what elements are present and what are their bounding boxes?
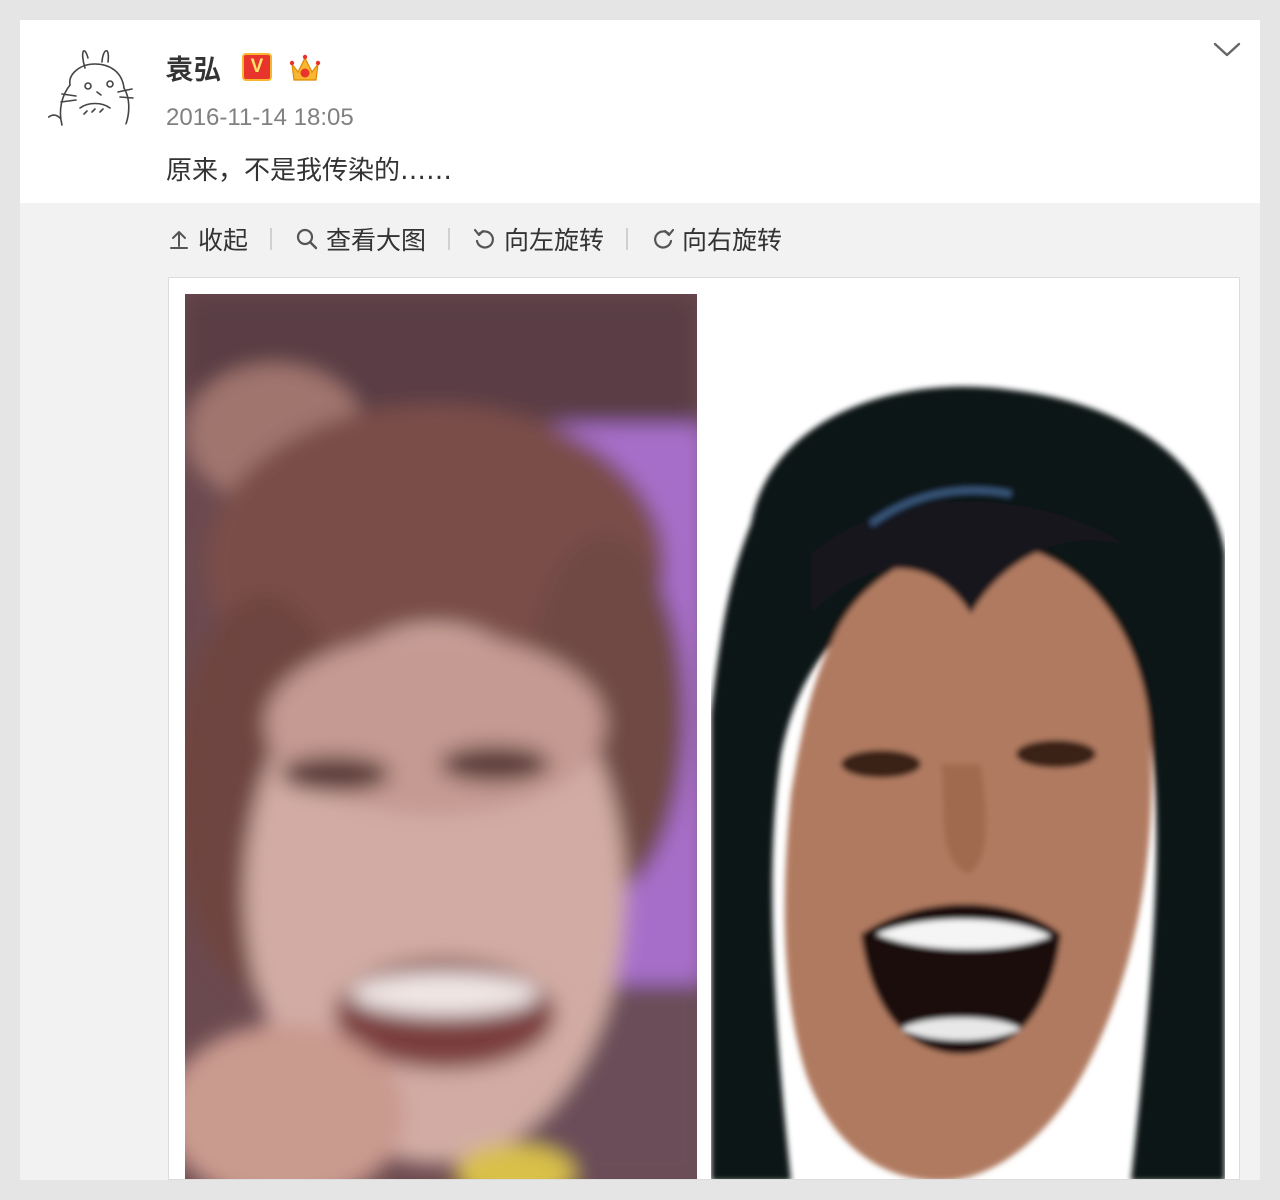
rotate-right-label: 向右旋转 xyxy=(682,226,783,255)
search-icon xyxy=(296,228,318,250)
rotate-left-button[interactable]: 向左旋转 xyxy=(472,221,604,257)
media-area: 收起 查看大图 向左旋转 向右旋转 xyxy=(20,203,1260,1180)
chevron-down-icon[interactable] xyxy=(1210,38,1244,62)
laughing-man-photo xyxy=(711,294,1225,1179)
post-header: 袁弘 V 2016-11-14 18:05 原来，不是我传染的…… xyxy=(20,20,1260,203)
collapse-button[interactable]: 收起 xyxy=(166,221,248,257)
collapse-up-icon xyxy=(170,231,188,249)
username[interactable]: 袁弘 xyxy=(166,48,222,87)
user-avatar[interactable] xyxy=(40,40,140,140)
rotate-left-icon xyxy=(473,228,494,249)
rotate-left-label: 向左旋转 xyxy=(504,226,605,255)
collapse-label: 收起 xyxy=(198,226,249,255)
view-large-label: 查看大图 xyxy=(326,226,427,255)
rotate-right-icon xyxy=(654,228,675,249)
weibo-post-card: 袁弘 V 2016-11-14 18:05 原来，不是我传染的…… 收起 查看大… xyxy=(20,20,1260,1180)
crown-icon[interactable] xyxy=(288,52,322,84)
verified-badge[interactable]: V xyxy=(242,53,272,81)
totoro-sketch-icon xyxy=(44,49,134,126)
post-timestamp[interactable]: 2016-11-14 18:05 xyxy=(166,104,354,132)
rotate-right-button[interactable]: 向右旋转 xyxy=(650,221,782,257)
post-text: 原来，不是我传染的…… xyxy=(166,156,453,186)
laughing-woman-photo xyxy=(185,294,697,1179)
view-large-button[interactable]: 查看大图 xyxy=(294,221,426,257)
post-image-container[interactable] xyxy=(168,277,1240,1180)
image-toolbar: 收起 查看大图 向左旋转 向右旋转 xyxy=(166,219,782,259)
toolbar-divider xyxy=(448,228,451,250)
toolbar-divider xyxy=(626,228,629,250)
toolbar-divider xyxy=(270,228,273,250)
